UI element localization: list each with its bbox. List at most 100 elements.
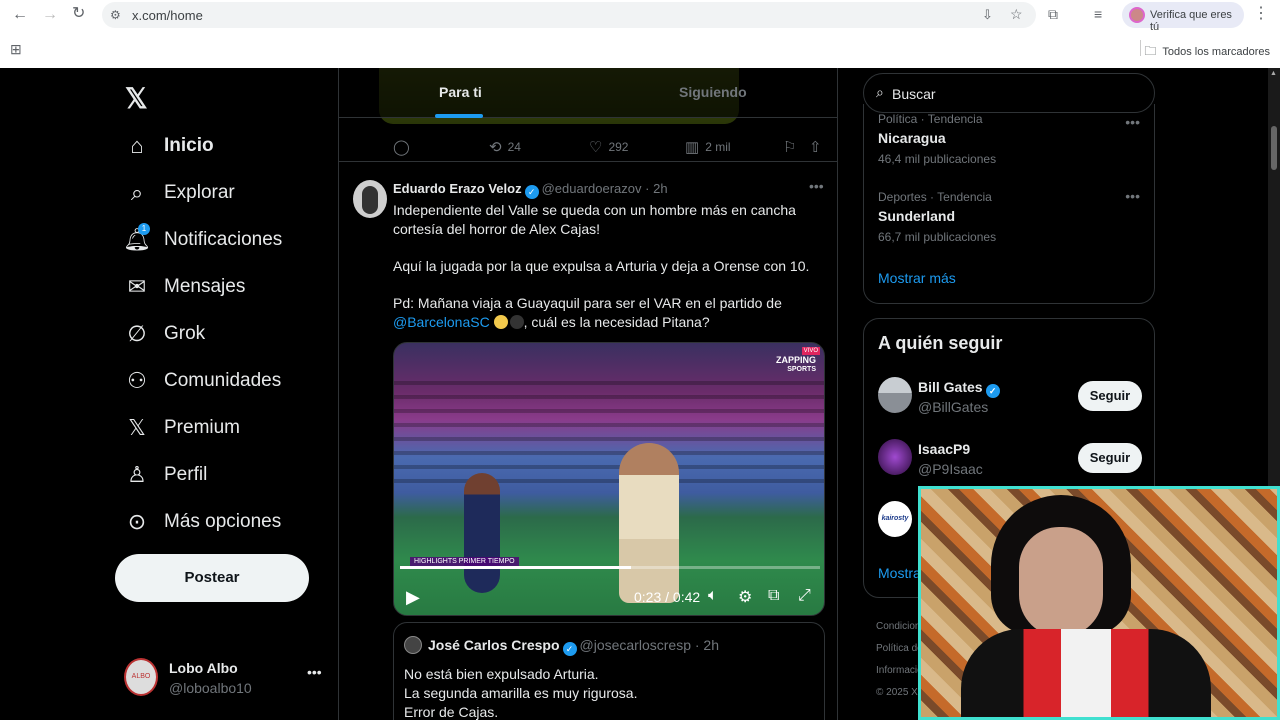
nav-item-more[interactable]: ⊙ Más opciones bbox=[124, 504, 281, 540]
black-circle-icon bbox=[509, 315, 524, 329]
suggestion-row[interactable]: Bill Gates ✓ @BillGates Seguir bbox=[878, 375, 1142, 419]
reply-icon: ◯ bbox=[393, 139, 410, 156]
nav-item-profile[interactable]: ♙ Perfil bbox=[124, 457, 207, 493]
video-player[interactable]: VIVO ZAPPING SPORTS HIGHLIGHTS PRIMER TIE… bbox=[393, 342, 825, 616]
suggestion-name: Bill Gates ✓ bbox=[918, 379, 1003, 398]
fullscreen-icon[interactable]: ⤢ bbox=[798, 587, 811, 605]
video-progress-bar[interactable] bbox=[400, 566, 820, 569]
follow-button[interactable]: Seguir bbox=[1078, 381, 1142, 411]
show-more-link[interactable]: Mostra bbox=[878, 565, 921, 581]
extensions-icon[interactable]: ⧉ bbox=[1048, 6, 1058, 22]
webcam-person-shirt bbox=[961, 629, 1211, 717]
nav-item-messages[interactable]: ✉ Mensajes bbox=[124, 269, 246, 305]
address-bar[interactable]: ⚙ x.com/home ⇩ ☆ bbox=[102, 2, 1036, 28]
profile-verify-chip[interactable]: Verifica que eres tú bbox=[1122, 2, 1244, 33]
video-player-figure bbox=[464, 473, 500, 593]
views-button[interactable]: ▥ 2 mil bbox=[685, 138, 731, 156]
mention-link[interactable]: @BarcelonaSC bbox=[393, 314, 490, 330]
tweet-time[interactable]: · 2h bbox=[645, 181, 667, 196]
nav-item-explore[interactable]: ⌕ Explorar bbox=[124, 175, 235, 211]
play-icon[interactable]: ▶ bbox=[406, 587, 420, 608]
quote-line: La segunda amarilla es muy rigurosa. bbox=[404, 685, 638, 701]
more-dots-icon[interactable]: ••• bbox=[1125, 188, 1140, 204]
video-progress-fill bbox=[400, 566, 631, 569]
search-placeholder: Buscar bbox=[892, 86, 936, 102]
x-logo-icon: 𝕏 bbox=[128, 415, 146, 440]
post-button[interactable]: Postear bbox=[115, 554, 309, 602]
suggestion-handle: @P9Isaac bbox=[918, 461, 983, 477]
quote-text: No está bien expulsado Arturia. La segun… bbox=[404, 665, 637, 720]
footer-link[interactable]: Condicion bbox=[876, 616, 923, 638]
reading-list-icon[interactable]: ≡ bbox=[1094, 6, 1102, 22]
trends-panel: Política · Tendencia Nicaragua 46,4 mil … bbox=[863, 104, 1155, 304]
trend-item[interactable]: Deportes · Tendencia Sunderland 66,7 mil… bbox=[878, 188, 1140, 244]
share-icon: ⇧ bbox=[809, 139, 822, 156]
account-switcher[interactable]: ALBO Lobo Albo @loboalbo10 ••• bbox=[124, 658, 324, 698]
site-settings-icon[interactable]: ⚙ bbox=[110, 7, 121, 23]
back-icon[interactable]: ← bbox=[12, 7, 28, 23]
nav-item-notifications[interactable]: 🔔︎ 1 Notificaciones bbox=[123, 222, 283, 258]
quoted-tweet[interactable]: José Carlos Crespo ✓ @josecarloscresp · 2h… bbox=[393, 622, 825, 720]
url-text: x.com/home bbox=[132, 8, 203, 23]
browser-chrome: ← → ↻ ⚙ x.com/home ⇩ ☆ ⧉ ≡ Verifica que … bbox=[0, 0, 1280, 68]
all-bookmarks[interactable]: 🗀 Todos los marcadores bbox=[1144, 42, 1270, 63]
user-name: Lobo Albo bbox=[169, 660, 238, 676]
more-dots-icon[interactable]: ••• bbox=[1125, 114, 1140, 130]
more-dots-icon[interactable]: ••• bbox=[809, 178, 824, 194]
scroll-up-icon[interactable]: ▲ bbox=[1270, 70, 1277, 77]
repost-button[interactable]: ⟲ 24 bbox=[489, 138, 521, 156]
suggestion-row[interactable]: IsaacP9 @P9Isaac Seguir bbox=[878, 437, 1142, 481]
nav-label: Grok bbox=[164, 323, 206, 344]
tab-following[interactable]: Siguiendo bbox=[679, 84, 747, 100]
trend-item[interactable]: Política · Tendencia Nicaragua 46,4 mil … bbox=[878, 112, 1140, 166]
picture-in-picture-icon[interactable]: ⧉ bbox=[768, 587, 779, 605]
verify-label: Verifica que eres tú bbox=[1150, 9, 1232, 33]
avatar[interactable] bbox=[353, 180, 387, 218]
like-count: 292 bbox=[608, 140, 629, 154]
nav-item-grok[interactable]: ∅ Grok bbox=[124, 316, 205, 352]
nav-label: Perfil bbox=[164, 464, 208, 485]
who-to-follow-title: A quién seguir bbox=[878, 333, 1003, 353]
tweet-header: Eduardo Erazo Veloz ✓ @eduardoerazov · 2h bbox=[393, 181, 668, 199]
trend-count: 46,4 mil publicaciones bbox=[878, 152, 997, 166]
avatar bbox=[878, 377, 912, 413]
search-icon: ⌕ bbox=[130, 180, 144, 205]
all-bookmarks-label: Todos los marcadores bbox=[1162, 46, 1270, 58]
broadcaster-logo-top: ZAPPING bbox=[775, 355, 816, 365]
scrollbar-thumb[interactable] bbox=[1271, 126, 1277, 170]
bookmark-star-icon[interactable]: ☆ bbox=[1010, 6, 1023, 22]
tab-for-you[interactable]: Para ti bbox=[439, 84, 482, 100]
broadcaster-logo-bottom: SPORTS bbox=[787, 366, 816, 373]
nav-label: Comunidades bbox=[164, 370, 282, 391]
share-button[interactable]: ⇧ bbox=[809, 138, 828, 156]
apps-grid-icon[interactable]: ⊞ bbox=[10, 41, 22, 57]
reply-button[interactable]: ◯ bbox=[393, 138, 416, 156]
install-app-icon[interactable]: ⇩ bbox=[982, 7, 993, 23]
follow-button[interactable]: Seguir bbox=[1078, 443, 1142, 473]
more-dots-icon[interactable]: ••• bbox=[307, 664, 322, 680]
menu-kebab-icon[interactable]: ⋮ bbox=[1253, 6, 1269, 22]
video-player-figure bbox=[619, 443, 679, 603]
suggestion-name: IsaacP9 bbox=[918, 441, 971, 457]
forward-icon[interactable]: → bbox=[42, 7, 58, 23]
like-button[interactable]: ♡ 292 bbox=[589, 138, 628, 156]
verified-badge-icon: ✓ bbox=[985, 384, 1000, 398]
reload-icon[interactable]: ↻ bbox=[72, 6, 85, 22]
nav-item-home[interactable]: ⌂ Inicio bbox=[124, 128, 213, 164]
video-time: 0:23 / 0:42 bbox=[634, 589, 701, 605]
search-input[interactable]: ⌕ Buscar bbox=[863, 73, 1155, 113]
show-more-link[interactable]: Mostrar más bbox=[878, 270, 956, 286]
nav-label: Notificaciones bbox=[164, 229, 283, 250]
settings-gear-icon[interactable]: ⚙ bbox=[738, 587, 752, 607]
author-handle[interactable]: @eduardoerazov bbox=[542, 181, 642, 196]
timeline-tabs: Para ti Siguiendo bbox=[339, 68, 837, 118]
footer-link[interactable]: Informació bbox=[876, 660, 923, 682]
author-name: José Carlos Crespo bbox=[428, 637, 560, 653]
nav-item-premium[interactable]: 𝕏 Premium bbox=[124, 410, 240, 446]
footer-link[interactable]: Política de bbox=[876, 638, 923, 660]
nav-item-communities[interactable]: ⚇ Comunidades bbox=[124, 363, 281, 399]
author-name[interactable]: Eduardo Erazo Veloz bbox=[393, 181, 522, 196]
x-logo-icon[interactable]: 𝕏 bbox=[125, 82, 148, 115]
bookmark-button[interactable]: ⚐ bbox=[783, 138, 802, 156]
volume-icon[interactable]: 🔈︎ bbox=[708, 587, 718, 605]
